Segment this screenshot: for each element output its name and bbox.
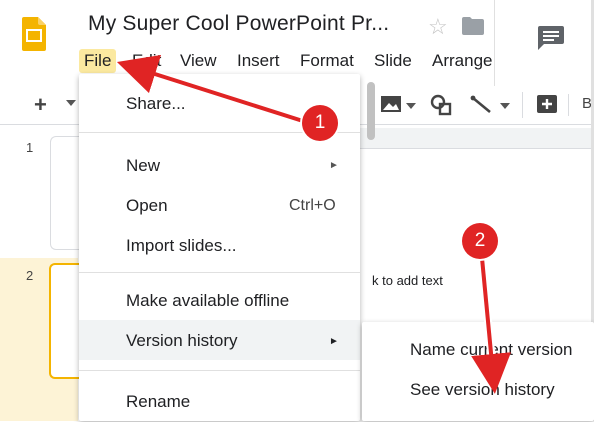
comment-icon[interactable] (538, 26, 564, 50)
header-divider (494, 0, 495, 90)
line-icon[interactable] (470, 94, 494, 116)
shortcut-label: Ctrl+O (289, 197, 336, 214)
slide-number: 1 (26, 140, 34, 155)
document-title[interactable]: My Super Cool PowerPoint Pr... (88, 12, 389, 36)
menu-item-rename[interactable]: Rename (126, 392, 190, 412)
menu-edit[interactable]: Edit (127, 49, 166, 73)
menu-divider (79, 370, 360, 371)
menu-format[interactable]: Format (295, 49, 359, 73)
chevron-down-icon[interactable] (66, 100, 76, 106)
menu-slide[interactable]: Slide (369, 49, 417, 73)
new-slide-button[interactable]: + (34, 92, 47, 118)
chevron-down-icon[interactable] (500, 103, 510, 109)
image-icon[interactable] (380, 94, 402, 114)
chevron-down-icon[interactable] (406, 103, 416, 109)
slide-number: 2 (26, 268, 34, 283)
menu-divider (79, 272, 360, 273)
menu-item-import-slides[interactable]: Import slides... (126, 236, 237, 256)
menu-view[interactable]: View (175, 49, 222, 73)
menu-item-name-current-version[interactable]: Name current version (410, 340, 573, 360)
menu-insert[interactable]: Insert (232, 49, 285, 73)
menu-arrange[interactable]: Arrange (427, 49, 497, 73)
version-history-submenu: Name current version See version history (362, 322, 594, 421)
add-comment-icon[interactable] (536, 94, 558, 116)
slides-logo-icon[interactable] (22, 17, 46, 51)
menu-item-share[interactable]: Share... (126, 94, 186, 114)
annotation-badge-1: 1 (302, 105, 338, 141)
shape-icon[interactable] (430, 94, 452, 116)
menu-scrollbar[interactable] (367, 82, 375, 140)
text-placeholder[interactable]: k to add text (372, 273, 443, 288)
toolbar-divider (522, 92, 523, 118)
menu-item-open[interactable]: Open (126, 196, 168, 216)
menu-item-see-version-history[interactable]: See version history (410, 380, 555, 400)
annotation-badge-2: 2 (462, 223, 498, 259)
submenu-arrow-icon: ► (329, 160, 339, 171)
menu-item-make-available-offline[interactable]: Make available offline (126, 291, 289, 311)
menu-item-version-history-label[interactable]: Version history (126, 331, 238, 351)
folder-icon[interactable] (462, 17, 484, 35)
toolbar-divider (568, 94, 569, 116)
submenu-arrow-icon: ► (329, 336, 339, 347)
menu-file[interactable]: File (79, 49, 117, 73)
menu-item-new[interactable]: New (126, 156, 160, 176)
star-icon[interactable]: ☆ (428, 14, 448, 40)
